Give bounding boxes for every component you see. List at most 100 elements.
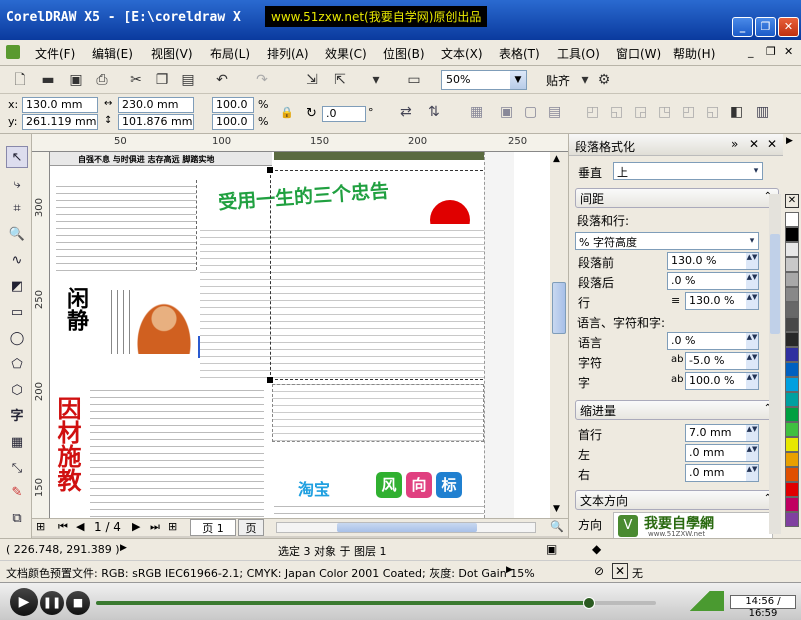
polygon-tool-icon[interactable]: ⬠ <box>6 354 28 376</box>
right-indent-field[interactable]: .0 mm ▲▼ <box>685 464 759 482</box>
first-line-field[interactable]: 7.0 mm ▲▼ <box>685 424 759 442</box>
open-icon[interactable]: ▬ <box>38 70 58 90</box>
palette-swatch[interactable] <box>785 422 799 437</box>
snap-to-button[interactable]: 贴齐 <box>546 72 570 89</box>
app-icon[interactable] <box>6 45 20 59</box>
zoom-navigator-icon[interactable]: 🔍 <box>550 520 564 533</box>
combine-icon[interactable]: ◰ <box>586 104 599 120</box>
cut-icon[interactable]: ✂ <box>126 70 146 90</box>
rectangle-tool-icon[interactable]: ▭ <box>6 302 28 324</box>
rotation-field[interactable]: .0 <box>322 106 366 122</box>
outline-pen-icon[interactable]: ⊘ <box>594 564 604 578</box>
close-button[interactable]: ✕ <box>778 17 799 37</box>
text-tool-icon[interactable]: 字 <box>6 406 28 428</box>
front-minus-back-icon[interactable]: ◱ <box>706 104 719 120</box>
menu-file[interactable]: 文件(F) <box>35 45 75 62</box>
ungroup-icon[interactable]: ▢ <box>524 104 537 120</box>
fill-icon[interactable]: ◆ <box>592 542 601 556</box>
trim-icon[interactable]: ◲ <box>634 104 647 120</box>
bottom-text-line[interactable] <box>274 500 484 518</box>
palette-swatch[interactable] <box>785 497 799 512</box>
scale-y-field[interactable]: 100.0 <box>212 114 254 130</box>
palette-swatch[interactable] <box>785 272 799 287</box>
palette-swatch[interactable] <box>785 377 799 392</box>
page-tab-2[interactable]: 页 <box>238 519 264 536</box>
page-tab-1[interactable]: 页 1 <box>190 519 236 536</box>
width-field[interactable]: 230.0 mm <box>118 97 194 113</box>
indent-section-header[interactable]: 缩进量 ⌃ <box>575 400 779 420</box>
publish-icon[interactable]: ▾ <box>366 70 386 90</box>
doc-restore-icon[interactable]: ❐ <box>766 45 776 58</box>
menu-view[interactable]: 视图(V) <box>151 45 193 62</box>
vertical-ruler[interactable]: 300 250 200 150 <box>32 152 50 518</box>
selection-handle[interactable] <box>267 167 273 173</box>
scale-x-field[interactable]: 100.0 <box>212 97 254 113</box>
mirror-vertical-icon[interactable]: ⇅ <box>428 104 440 120</box>
zoom-combo[interactable]: 50% ▼ <box>441 70 527 90</box>
chevron-down-icon[interactable]: ▼ <box>510 71 526 89</box>
lock-ratio-icon[interactable]: 🔒 <box>280 106 294 119</box>
selection-box[interactable] <box>270 170 488 380</box>
coords-arrow-icon[interactable]: ▶ <box>120 543 127 553</box>
scroll-up-icon[interactable]: ▲ <box>553 154 560 164</box>
palette-swatch[interactable] <box>785 317 799 332</box>
paste-icon[interactable]: ▤ <box>178 70 198 90</box>
spacing-section-header[interactable]: 间距 ⌃ <box>575 188 779 208</box>
spacing-unit-select[interactable]: % 字符高度 ▾ <box>575 232 759 250</box>
x-position-field[interactable]: 130.0 mm <box>22 97 98 113</box>
palette-swatch[interactable] <box>785 392 799 407</box>
menu-tools[interactable]: 工具(O) <box>557 45 600 62</box>
last-page-icon[interactable]: ⏭ <box>150 520 160 534</box>
progress-knob[interactable] <box>582 597 595 609</box>
char-field[interactable]: -5.0 % ▲▼ <box>685 352 759 370</box>
height-field[interactable]: 101.876 mm <box>118 114 194 130</box>
profile-arrow-icon[interactable]: ▶ <box>506 565 513 575</box>
language-field[interactable]: .0 % ▲▼ <box>667 332 759 350</box>
zoom-tool-icon[interactable]: 🔍 <box>6 224 28 246</box>
menu-arrange[interactable]: 排列(A) <box>267 45 309 62</box>
chevron-down-icon[interactable]: ▾ <box>575 70 595 90</box>
simplify-icon[interactable]: ◰ <box>682 104 695 120</box>
menu-effects[interactable]: 效果(C) <box>325 45 367 62</box>
docker-scroll-thumb[interactable] <box>770 234 780 334</box>
palette-swatch[interactable] <box>785 482 799 497</box>
y-position-field[interactable]: 261.119 mm <box>22 114 98 130</box>
restore-button[interactable]: ❐ <box>755 17 776 37</box>
left-indent-field[interactable]: .0 mm ▲▼ <box>685 444 759 462</box>
app-launcher-icon[interactable]: ▭ <box>404 70 424 90</box>
volume-slider[interactable] <box>676 591 724 611</box>
palette-swatch[interactable] <box>785 512 799 527</box>
basic-shapes-icon[interactable]: ⬡ <box>6 380 28 402</box>
horizontal-scrollbar[interactable] <box>276 522 536 533</box>
menu-text[interactable]: 文本(X) <box>441 45 483 62</box>
group-icon[interactable]: ▣ <box>500 104 513 120</box>
docker-scrollbar[interactable] <box>769 194 781 534</box>
menu-bitmaps[interactable]: 位图(B) <box>383 45 425 62</box>
no-color-swatch[interactable]: ✕ <box>785 194 799 208</box>
palette-swatch[interactable] <box>785 452 799 467</box>
options-icon[interactable]: ⚙ <box>594 70 614 90</box>
pick-tool-icon[interactable]: ↖ <box>6 146 28 168</box>
word-field[interactable]: 100.0 % ▲▼ <box>685 372 759 390</box>
first-page-icon[interactable]: ⏮ <box>58 520 68 534</box>
interactive-fill-icon[interactable]: ⧉ <box>6 508 28 530</box>
save-icon[interactable]: ▣ <box>66 70 86 90</box>
drawing-canvas[interactable]: 自强不息 与时俱进 志存高远 脚踏实地 闲静 因材施教 受用一生的三个忠告 淘宝… <box>50 152 550 518</box>
palette-swatch[interactable] <box>785 212 799 227</box>
hscroll-thumb[interactable] <box>337 523 477 532</box>
export-icon[interactable]: ⇱ <box>330 70 350 90</box>
after-field[interactable]: .0 % ▲▼ <box>667 272 759 290</box>
selection-handle[interactable] <box>267 377 273 383</box>
menu-layout[interactable]: 布局(L) <box>210 45 250 62</box>
undo-icon[interactable]: ↶ <box>212 70 232 90</box>
intersect-icon[interactable]: ◳ <box>658 104 671 120</box>
add-page-icon[interactable]: ⊞ <box>36 520 45 533</box>
table-tool-icon[interactable]: ▦ <box>6 432 28 454</box>
mirror-horizontal-icon[interactable]: ⇄ <box>400 104 412 120</box>
connector-tool-icon[interactable]: ✎ <box>6 482 28 504</box>
palette-swatch[interactable] <box>785 467 799 482</box>
palette-swatch[interactable] <box>785 287 799 302</box>
doc-close-icon[interactable]: ✕ <box>784 45 793 58</box>
url-list-text[interactable] <box>272 384 484 442</box>
lower-text-block[interactable] <box>90 384 264 518</box>
